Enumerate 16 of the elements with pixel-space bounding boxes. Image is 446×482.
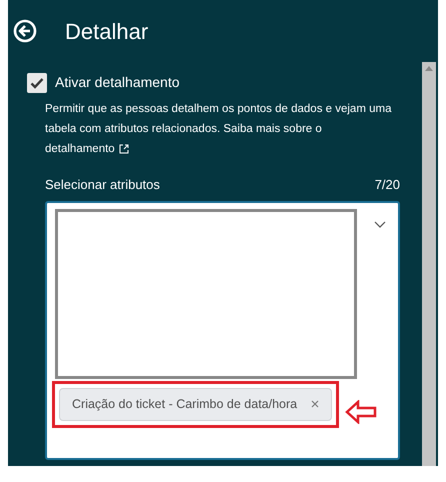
external-link-icon <box>118 144 129 154</box>
checkmark-icon <box>30 76 44 88</box>
scrollbar[interactable] <box>422 62 436 466</box>
panel-title: Detalhar <box>65 18 148 46</box>
attribute-chip[interactable]: Criação do ticket - Carimbo de data/hora <box>59 388 332 420</box>
learn-more-link[interactable]: detalhamento <box>45 139 129 159</box>
checkbox[interactable] <box>27 72 47 92</box>
chevron-down-icon[interactable] <box>374 220 386 228</box>
checkbox-label: Ativar detalhamento <box>55 73 180 92</box>
field-label: Selecionar atributos <box>45 176 160 194</box>
close-icon[interactable] <box>311 400 320 408</box>
attribute-select[interactable]: Criação do ticket - Carimbo de data/hora <box>45 200 400 460</box>
pointer-arrow-icon <box>345 400 377 424</box>
description-text: Permitir que as pessoas detalhem os pontos de dados e vejam uma tabela com atributos relacionados. Saiba mais sobre o detalhamento <box>45 99 400 159</box>
back-button[interactable] <box>13 19 37 43</box>
attribute-count: 7/20 <box>374 176 400 194</box>
